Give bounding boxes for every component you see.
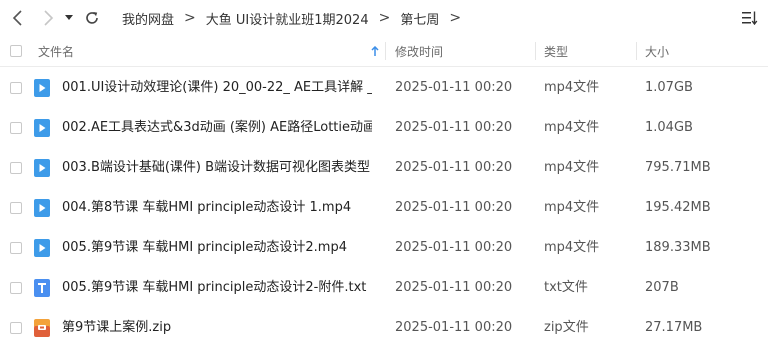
file-name: 003.B端设计基础(课件) B端设计数据可视化图表类型 (课...	[62, 160, 372, 175]
file-row[interactable]: 002.AE工具表达式&3d动画 (案例) AE路径Lottie动画案... 2…	[0, 108, 768, 148]
row-checkbox[interactable]	[10, 242, 22, 254]
file-modified: 2025-01-11 00:20	[395, 120, 513, 135]
file-type: mp4文件	[544, 120, 600, 135]
text-file-icon	[34, 279, 50, 297]
column-header: 文件名 修改时间 类型 大小	[0, 36, 768, 67]
file-size: 795.71MB	[645, 160, 711, 175]
column-divider[interactable]	[385, 42, 386, 60]
row-checkbox[interactable]	[10, 202, 22, 214]
file-size: 207B	[645, 280, 679, 295]
file-type: mp4文件	[544, 80, 600, 95]
file-modified: 2025-01-11 00:20	[395, 240, 513, 255]
column-divider[interactable]	[636, 42, 637, 60]
file-row[interactable]: 005.第9节课 车载HMI principle动态设计2.mp4 2025-0…	[0, 228, 768, 268]
video-file-icon	[34, 239, 50, 257]
refresh-button[interactable]	[80, 0, 104, 36]
breadcrumb-separator-icon: >	[378, 10, 391, 26]
file-name: 005.第9节课 车载HMI principle动态设计2.mp4	[62, 240, 347, 255]
refresh-icon	[86, 12, 98, 24]
file-modified: 2025-01-11 00:20	[395, 320, 513, 335]
sort-lines-icon	[742, 11, 758, 25]
file-modified: 2025-01-11 00:20	[395, 160, 513, 175]
column-size-header[interactable]: 大小	[645, 36, 669, 66]
row-checkbox[interactable]	[10, 282, 22, 294]
row-checkbox[interactable]	[10, 162, 22, 174]
file-row[interactable]: 第9节课上案例.zip 2025-01-11 00:20 zip文件 27.17…	[0, 308, 768, 348]
column-modified-header[interactable]: 修改时间	[395, 36, 443, 66]
file-type: txt文件	[544, 280, 588, 295]
file-row[interactable]: 005.第9节课 车载HMI principle动态设计2-附件.txt 202…	[0, 268, 768, 308]
breadcrumb-current[interactable]: 第七周	[400, 9, 439, 28]
file-size: 1.04GB	[645, 120, 693, 135]
toolbar: 我的网盘 > 大鱼 UI设计就业班1期2024 > 第七周 >	[0, 0, 768, 36]
file-type: zip文件	[544, 320, 589, 335]
file-modified: 2025-01-11 00:20	[395, 80, 513, 95]
column-name-header[interactable]: 文件名	[38, 36, 74, 66]
arrow-up-icon	[371, 45, 379, 56]
file-row[interactable]: 003.B端设计基础(课件) B端设计数据可视化图表类型 (课... 2025-…	[0, 148, 768, 188]
row-checkbox[interactable]	[10, 322, 22, 334]
file-size: 27.17MB	[645, 320, 703, 335]
sort-ascending-indicator	[371, 36, 379, 66]
breadcrumb: 我的网盘 > 大鱼 UI设计就业班1期2024 > 第七周 >	[122, 0, 471, 36]
column-divider[interactable]	[535, 42, 536, 60]
file-name: 002.AE工具表达式&3d动画 (案例) AE路径Lottie动画案...	[62, 120, 372, 135]
row-checkbox[interactable]	[10, 122, 22, 134]
history-dropdown-button[interactable]	[60, 0, 78, 36]
file-type: mp4文件	[544, 200, 600, 215]
chevron-right-icon	[44, 10, 54, 26]
breadcrumb-root[interactable]: 我的网盘	[122, 9, 174, 28]
file-type: mp4文件	[544, 240, 600, 255]
video-file-icon	[34, 79, 50, 97]
video-file-icon	[34, 159, 50, 177]
file-name: 001.UI设计动效理论(课件) 20_00-22_ AE工具详解 _ 缓...	[62, 80, 372, 95]
file-modified: 2025-01-11 00:20	[395, 280, 513, 295]
breadcrumb-separator-icon: >	[449, 10, 462, 26]
zip-file-icon	[34, 319, 50, 337]
file-row[interactable]: 004.第8节课 车载HMI principle动态设计 1.mp4 2025-…	[0, 188, 768, 228]
caret-down-icon	[65, 15, 73, 20]
video-file-icon	[34, 119, 50, 137]
file-row[interactable]: 001.UI设计动效理论(课件) 20_00-22_ AE工具详解 _ 缓...…	[0, 68, 768, 108]
file-type: mp4文件	[544, 160, 600, 175]
file-size: 189.33MB	[645, 240, 711, 255]
video-file-icon	[34, 199, 50, 217]
file-name: 第9节课上案例.zip	[62, 320, 172, 335]
file-size: 195.42MB	[645, 200, 711, 215]
column-type-header[interactable]: 类型	[544, 36, 568, 66]
file-name: 005.第9节课 车载HMI principle动态设计2-附件.txt	[62, 280, 367, 295]
sort-menu-button[interactable]	[740, 8, 760, 28]
back-button[interactable]	[6, 0, 30, 36]
breadcrumb-course[interactable]: 大鱼 UI设计就业班1期2024	[206, 9, 369, 28]
file-modified: 2025-01-11 00:20	[395, 200, 513, 215]
file-name: 004.第8节课 车载HMI principle动态设计 1.mp4	[62, 200, 352, 215]
chevron-left-icon	[12, 10, 22, 26]
forward-button[interactable]	[36, 0, 60, 36]
breadcrumb-separator-icon: >	[184, 10, 196, 26]
file-size: 1.07GB	[645, 80, 693, 95]
select-all-checkbox[interactable]	[10, 45, 22, 57]
row-checkbox[interactable]	[10, 82, 22, 94]
